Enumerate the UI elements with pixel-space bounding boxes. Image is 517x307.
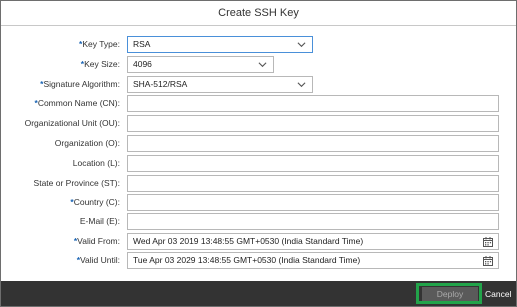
valid-from-label: *Valid From: [73, 236, 120, 246]
state-or-province-input[interactable] [127, 175, 499, 192]
row-signature-algorithm: *Signature Algorithm: SHA-512/RSA [1, 76, 516, 93]
row-country: *Country (C): [1, 194, 516, 211]
row-valid-from: *Valid From: Wed Apr 03 2019 13:48:55 GM… [1, 233, 516, 250]
common-name-label: *Common Name (CN): [34, 98, 121, 108]
location-input[interactable] [127, 155, 499, 172]
valid-from-datepicker[interactable]: Wed Apr 03 2019 13:48:55 GMT+0530 (India… [127, 233, 499, 250]
signature-algorithm-label: *Signature Algorithm: [40, 79, 120, 89]
organization-label: Organization (O): [54, 138, 120, 148]
calendar-icon[interactable] [483, 237, 493, 247]
valid-from-value: Wed Apr 03 2019 13:48:55 GMT+0530 (India… [133, 236, 364, 246]
location-label: Location (L): [72, 158, 120, 168]
dialog-footer: Deploy Cancel [1, 281, 516, 306]
row-location: Location (L): [1, 155, 516, 172]
row-key-type: *Key Type: RSA [1, 36, 516, 53]
email-input[interactable] [127, 213, 499, 230]
key-type-label: *Key Type: [79, 39, 120, 49]
signature-algorithm-select[interactable]: SHA-512/RSA [127, 76, 313, 93]
email-label: E-Mail (E): [79, 216, 120, 226]
row-organizational-unit: Organizational Unit (OU): [1, 115, 516, 132]
cancel-button[interactable]: Cancel [485, 287, 511, 301]
country-input[interactable] [127, 194, 499, 211]
state-or-province-label: State or Province (ST): [33, 178, 120, 188]
create-ssh-key-dialog: Create SSH Key *Key Type: RSA *Key Size:… [0, 0, 517, 307]
key-size-value: 4096 [133, 59, 152, 69]
chevron-down-icon [297, 42, 306, 48]
row-key-size: *Key Size: 4096 [1, 56, 516, 73]
chevron-down-icon [258, 62, 267, 68]
row-email: E-Mail (E): [1, 213, 516, 230]
valid-until-value: Tue Apr 03 2029 13:48:55 GMT+0530 (India… [133, 255, 361, 265]
signature-algorithm-value: SHA-512/RSA [133, 79, 188, 89]
common-name-input[interactable] [127, 95, 499, 112]
calendar-icon[interactable] [483, 256, 493, 266]
row-valid-until: *Valid Until: Tue Apr 03 2029 13:48:55 G… [1, 252, 516, 269]
organization-input[interactable] [127, 135, 499, 152]
row-common-name: *Common Name (CN): [1, 95, 516, 112]
valid-until-label: *Valid Until: [76, 255, 120, 265]
key-size-select[interactable]: 4096 [127, 56, 274, 73]
key-type-value: RSA [133, 39, 151, 49]
key-size-label: *Key Size: [80, 59, 120, 69]
key-type-select[interactable]: RSA [127, 36, 313, 53]
valid-until-datepicker[interactable]: Tue Apr 03 2029 13:48:55 GMT+0530 (India… [127, 252, 499, 269]
row-state-or-province: State or Province (ST): [1, 175, 516, 192]
chevron-down-icon [297, 82, 306, 88]
organizational-unit-label: Organizational Unit (OU): [24, 118, 120, 128]
country-label: *Country (C): [70, 197, 120, 207]
deploy-button[interactable]: Deploy [422, 287, 478, 301]
row-organization: Organization (O): [1, 135, 516, 152]
organizational-unit-input[interactable] [127, 115, 499, 132]
dialog-title: Create SSH Key [1, 1, 516, 26]
